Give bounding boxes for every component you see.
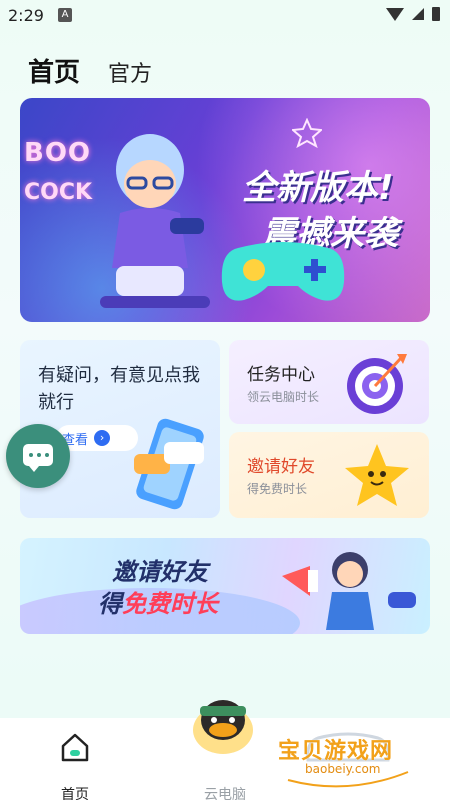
- hero-banner[interactable]: BOO COCK 全新版本! 震撼来袭: [20, 98, 430, 322]
- star-icon: [345, 444, 409, 506]
- duck-mascot-icon[interactable]: [186, 690, 260, 756]
- task-center-title: 任务中心: [247, 365, 315, 385]
- tab-home[interactable]: 首页: [28, 52, 80, 89]
- banner-character-illustration: [282, 552, 416, 630]
- signal-icon: [412, 8, 424, 20]
- target-icon: [347, 354, 407, 414]
- chat-float-button[interactable]: [6, 424, 70, 488]
- status-icons: [386, 7, 440, 21]
- notification-icon: A: [58, 8, 72, 22]
- feedback-text: 有疑问，有意见点我就行: [38, 365, 200, 413]
- nav-cloud-pc-label: 云电脑: [204, 787, 246, 800]
- nav-home-label: 首页: [61, 787, 89, 800]
- invite-banner-line2: 得免费时长: [98, 584, 218, 619]
- chat-icon: [23, 444, 53, 472]
- invite-banner[interactable]: 邀请好友 得免费时长: [20, 538, 430, 634]
- tab-official[interactable]: 官方: [108, 56, 152, 88]
- invite-friends-title: 邀请好友: [247, 457, 315, 477]
- hero-gamepad-icon: [221, 242, 345, 301]
- hero-character-illustration: [100, 134, 210, 308]
- invite-banner-highlight: 免费时长: [122, 590, 218, 618]
- hero-title-line1: 全新版本!: [242, 168, 394, 208]
- invite-banner-prefix: 得: [98, 590, 122, 618]
- home-icon: [61, 733, 89, 762]
- battery-icon: [432, 7, 440, 21]
- watermark-text: 宝贝游戏网: [278, 739, 394, 764]
- watermark-url: baobeiy.com: [305, 762, 381, 776]
- task-center-subtitle: 领云电脑时长: [247, 390, 320, 404]
- arrow-right-icon: ›: [94, 430, 111, 446]
- phone-chat-illustration: [134, 418, 204, 510]
- nav-home[interactable]: 首页: [45, 730, 105, 800]
- status-time: 2:29: [8, 6, 44, 25]
- invite-friends-card[interactable]: 邀请好友 得免费时长: [229, 432, 429, 518]
- invite-friends-subtitle: 得免费时长: [247, 482, 308, 496]
- hero-star-icon: [292, 118, 322, 148]
- task-center-card[interactable]: 任务中心 领云电脑时长: [229, 340, 429, 424]
- wifi-icon: [386, 7, 404, 21]
- invite-banner-line1: 邀请好友: [112, 558, 208, 586]
- status-bar: 2:29 A: [0, 0, 450, 30]
